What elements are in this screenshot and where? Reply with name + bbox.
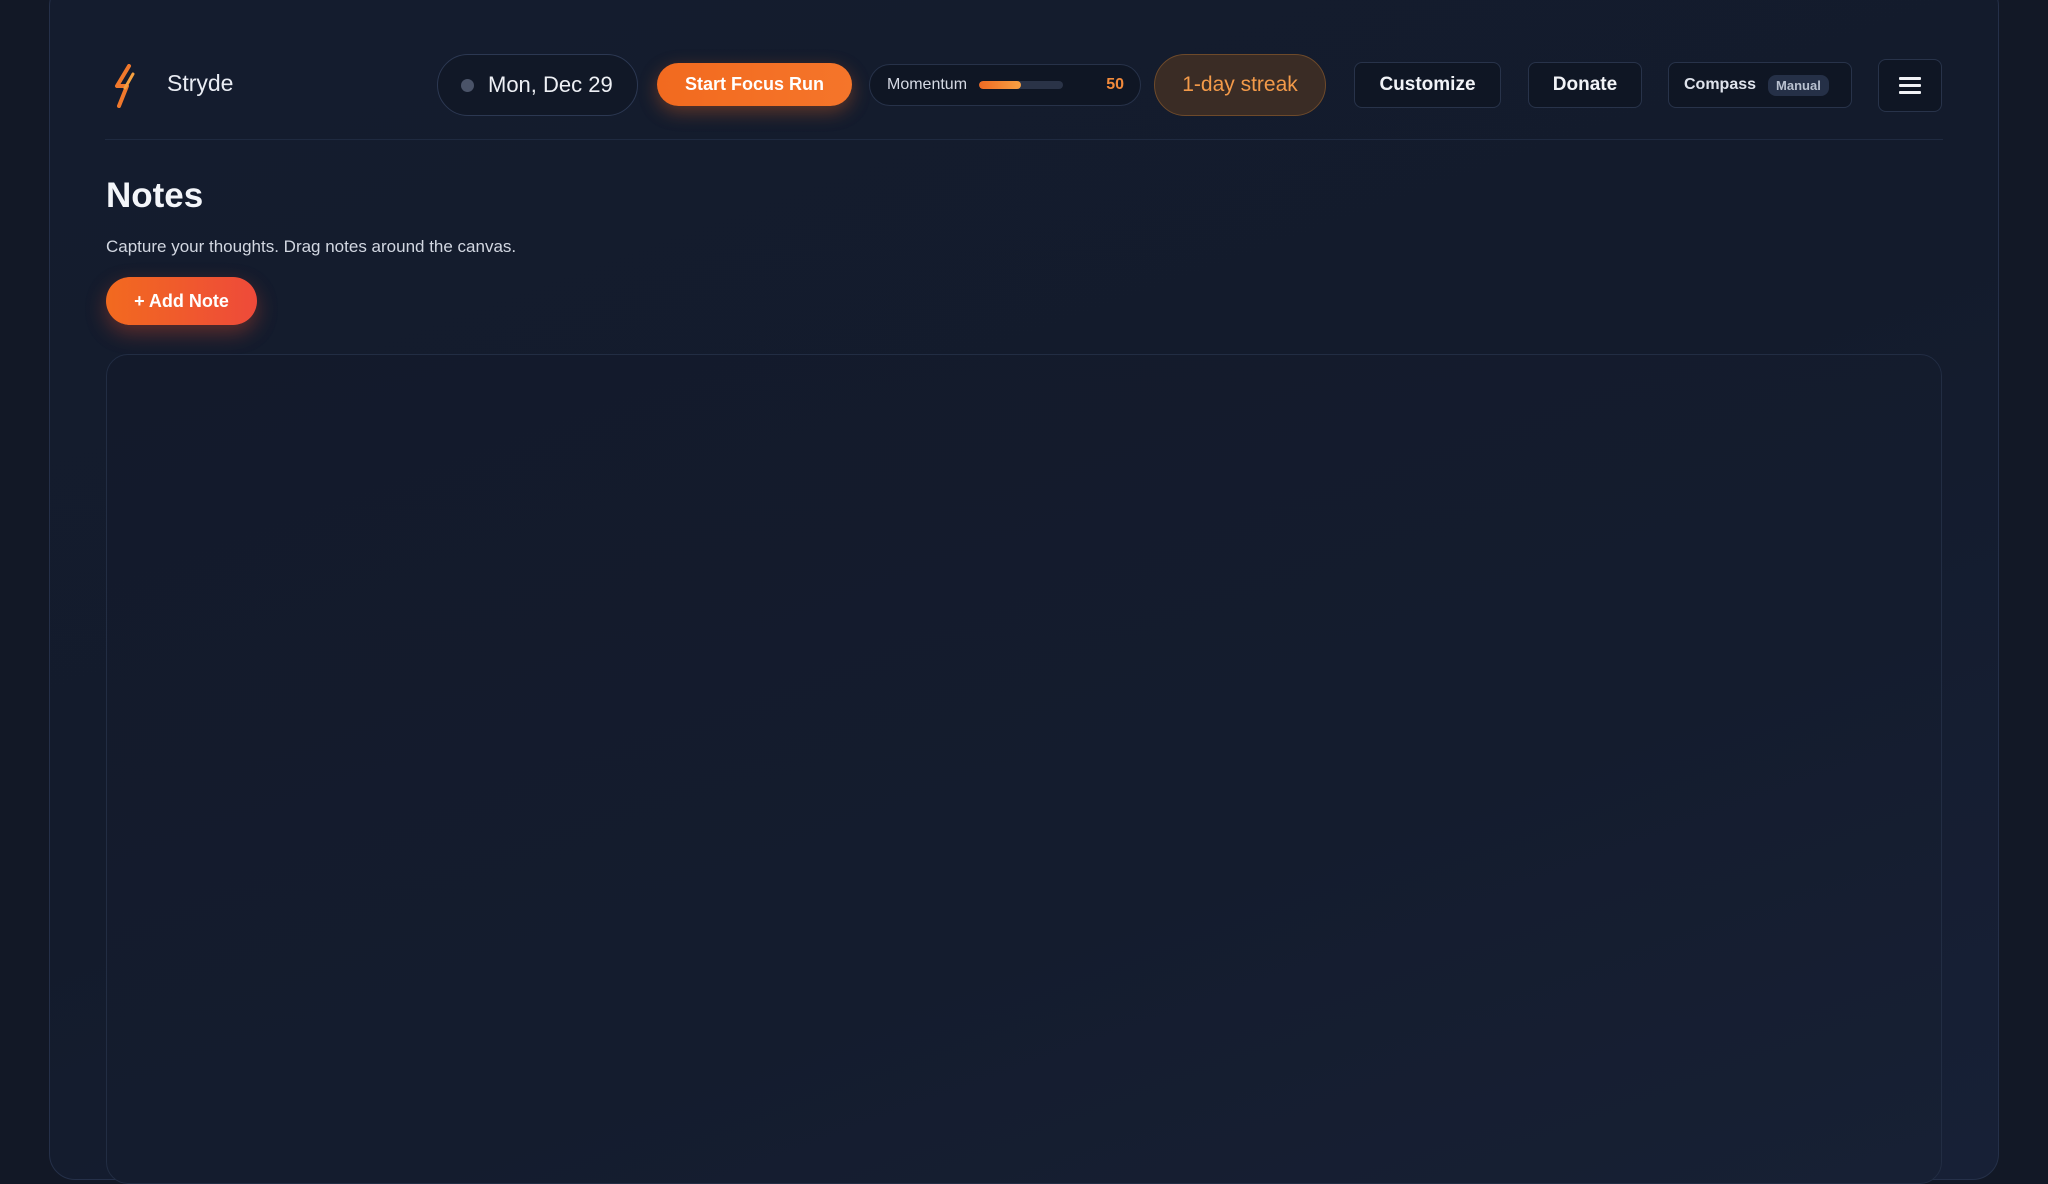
- momentum-value: 50: [1106, 76, 1124, 93]
- status-dot-icon: [461, 78, 474, 92]
- compass-button[interactable]: Compass Manual: [1668, 62, 1852, 108]
- compass-mode-badge: Manual: [1768, 74, 1829, 96]
- momentum-progress-track: [979, 81, 1064, 89]
- notes-canvas[interactable]: [106, 354, 1942, 1184]
- date-pill[interactable]: Mon, Dec 29: [437, 54, 638, 116]
- add-note-button[interactable]: + Add Note: [106, 277, 257, 325]
- momentum-meter[interactable]: Momentum 50: [869, 64, 1141, 106]
- compass-label: Compass: [1684, 76, 1757, 93]
- customize-button[interactable]: Customize: [1354, 62, 1501, 108]
- momentum-label: Momentum: [887, 76, 968, 93]
- page-title: Notes: [106, 176, 204, 215]
- menu-button[interactable]: [1878, 59, 1942, 112]
- lightning-bolt-icon[interactable]: [107, 64, 143, 108]
- momentum-progress-fill: [979, 81, 1022, 89]
- current-date: Mon, Dec 29: [488, 72, 613, 97]
- brand-name[interactable]: Stryde: [167, 70, 233, 97]
- page-subtitle: Capture your thoughts. Drag notes around…: [106, 237, 517, 256]
- top-bar: Stryde Mon, Dec 29 Start Focus Run Momen…: [105, 52, 1943, 140]
- start-focus-run-button[interactable]: Start Focus Run: [657, 63, 852, 106]
- donate-button[interactable]: Donate: [1528, 62, 1642, 108]
- streak-badge[interactable]: 1-day streak: [1154, 54, 1326, 116]
- hamburger-menu-icon: [1899, 75, 1921, 96]
